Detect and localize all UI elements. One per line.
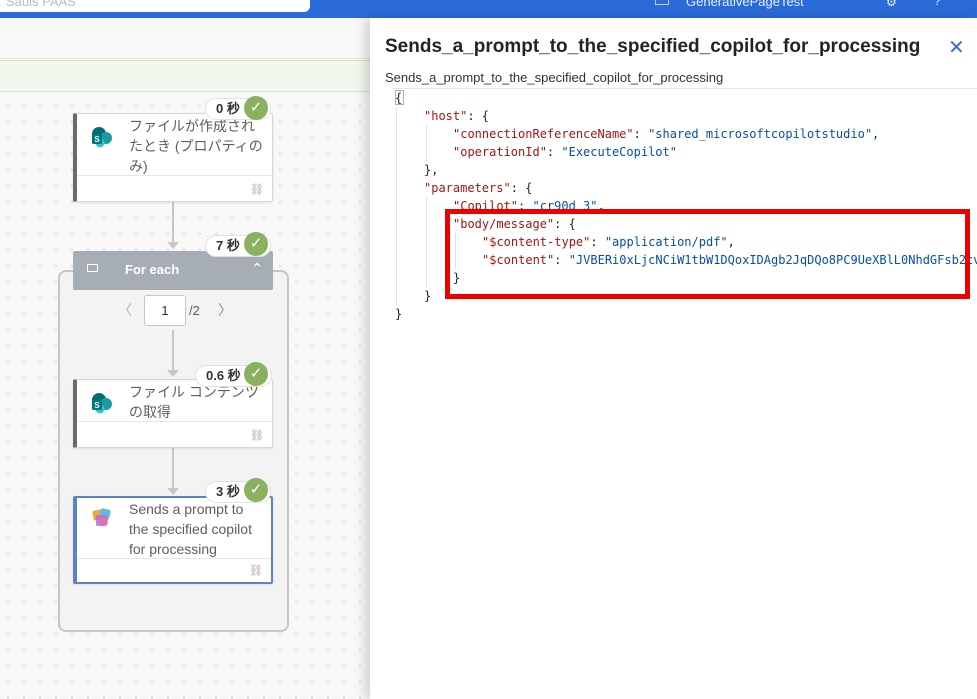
svg-text:S: S — [94, 401, 100, 410]
card-divider — [77, 421, 272, 422]
code-line: } — [424, 289, 432, 303]
code-line: "parameters": { — [424, 181, 533, 195]
sharepoint-icon: S — [92, 127, 112, 148]
code-line: { — [395, 91, 403, 105]
code-line: "connectionReferenceName": "shared_micro… — [453, 127, 880, 141]
top-bar: Sauis PAAS GenerativePageTest ⚙ ? — [0, 0, 977, 18]
search-box[interactable]: Sauis PAAS — [0, 0, 310, 12]
success-check-icon: ✓ — [244, 96, 268, 120]
chevron-right-icon[interactable]: 〉 — [218, 300, 232, 320]
page-input[interactable]: 1 — [144, 295, 186, 326]
success-check-icon: ✓ — [244, 232, 268, 256]
highlight-annotation — [445, 209, 970, 299]
code-line: }, — [424, 163, 439, 177]
svg-text:S: S — [94, 135, 100, 144]
link-icon: ⛓ — [250, 184, 264, 196]
card-divider — [77, 558, 271, 559]
code-line: "host": { — [424, 109, 490, 123]
connector — [172, 448, 174, 490]
canvas-header — [0, 18, 370, 59]
card-divider — [77, 175, 272, 176]
page-total: /2 — [189, 303, 200, 318]
chevron-up-icon[interactable]: ⌃ — [251, 260, 263, 277]
code-line: } — [395, 307, 403, 321]
settings-icon[interactable]: ⚙ — [886, 0, 897, 9]
arrow-icon — [167, 242, 179, 249]
trigger-card[interactable]: S ファイルが作成されたとき (プロパティのみ) ⛓ — [73, 113, 273, 202]
indent-guide — [426, 125, 427, 161]
arrow-icon — [167, 488, 179, 495]
trigger-title: ファイルが作成されたとき (プロパティのみ) — [129, 118, 263, 174]
connector — [172, 330, 174, 372]
success-check-icon: ✓ — [244, 362, 268, 386]
code-line: "operationId": "ExecuteCopilot" — [453, 145, 677, 159]
link-icon: ⛓ — [250, 430, 264, 442]
search-text: Sauis PAAS — [6, 0, 76, 9]
link-icon: ⛓ — [249, 565, 263, 577]
close-icon[interactable]: ✕ — [948, 35, 965, 60]
copilot-action-title: Sends a prompt to the specified copilot … — [129, 501, 252, 557]
environment-name[interactable]: GenerativePageTest — [686, 0, 804, 9]
connector — [172, 202, 174, 244]
run-success-banner — [0, 60, 370, 92]
panel-title: Sends_a_prompt_to_the_specified_copilot_… — [385, 36, 921, 57]
help-icon[interactable]: ? — [934, 0, 941, 8]
copilot-studio-icon — [92, 508, 111, 526]
indent-guide — [396, 107, 397, 305]
success-check-icon: ✓ — [244, 478, 268, 502]
get-file-content-card[interactable]: S ファイル コンテンツの取得 ⛓ — [73, 379, 273, 448]
indent-guide — [426, 197, 427, 287]
panel-subtitle: Sends_a_prompt_to_the_specified_copilot_… — [385, 70, 724, 85]
details-panel: Sends_a_prompt_to_the_specified_copilot_… — [370, 18, 977, 699]
arrow-icon — [167, 370, 179, 377]
foreach-icon — [87, 264, 98, 272]
copilot-action-card[interactable]: Sends a prompt to the specified copilot … — [73, 496, 273, 584]
foreach-label: For each — [125, 262, 180, 277]
chevron-left-icon[interactable]: 〈 — [118, 300, 132, 320]
sharepoint-icon: S — [92, 393, 112, 414]
get-content-title: ファイル コンテンツの取得 — [129, 384, 259, 420]
environment-icon — [655, 0, 669, 5]
